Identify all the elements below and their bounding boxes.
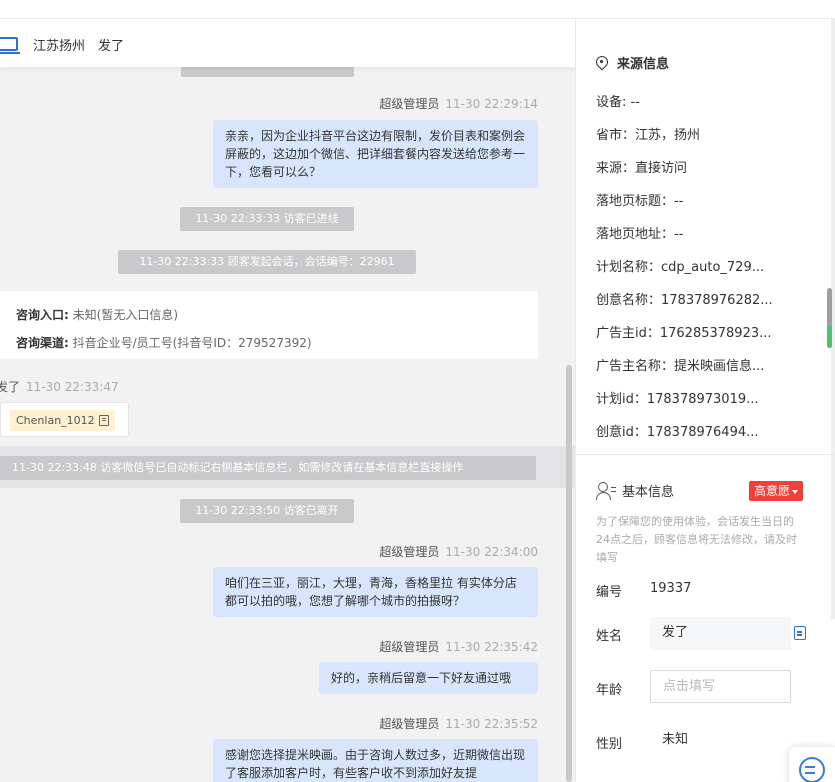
customer-info-panel: 来源信息 设备: -- 省市：江苏，扬州 来源：直接访问 落地页标题：-- 落地…: [575, 19, 835, 782]
source-row-plan-id: 计划id：178378973019...: [596, 392, 759, 407]
laptop-icon: [0, 37, 20, 54]
consult-entry-row: 咨询入口: 未知(暂无入口信息): [16, 301, 522, 329]
visitor-message-time: 11-30 22:33:47: [26, 380, 119, 394]
source-row-device: 设备: --: [596, 95, 640, 110]
basic-info-title: 基本信息: [596, 481, 674, 500]
source-row-plan-name: 计划名称：cdp_auto_729...: [596, 260, 765, 275]
name-label: 姓名: [596, 629, 623, 644]
message-time: 11-30 22:35:52: [445, 717, 538, 731]
consult-entry-value: 未知(暂无入口信息): [72, 308, 179, 322]
id-label: 编号: [596, 585, 623, 600]
section-divider: [576, 454, 835, 455]
consult-info-card: 咨询入口: 未知(暂无入口信息) 咨询渠道: 抖音企业号/员工号(抖音号ID：2…: [0, 291, 538, 359]
copy-icon[interactable]: [98, 415, 109, 426]
visitor-sender-name: 发了: [0, 380, 21, 394]
copy-name-icon[interactable]: [794, 626, 806, 640]
chat-header: 江苏扬州 发了: [0, 19, 575, 67]
visitor-name: 发了: [98, 39, 125, 54]
basic-info-title-text: 基本信息: [622, 485, 675, 500]
chat-scrollbar[interactable]: [566, 365, 572, 782]
source-row-advertiser-id: 广告主id：176285378923...: [596, 326, 772, 341]
system-message-wechat-notice: 11-30 22:33:48 访客微信号已自动标记右侧基本信息栏，如需修改请在基…: [0, 456, 536, 480]
edit-hint: 为了保障您的使用体验，会话发生当日的24点之后，顾客信息将无法修改，请及时填写: [596, 515, 797, 564]
gender-label: 性别: [596, 737, 623, 752]
visitor-message-bubble: Chenlan_1012: [0, 402, 129, 437]
source-row-landing-title: 落地页标题：--: [596, 194, 684, 209]
message-bubble[interactable]: 感谢您选择提米映画。由于咨询人数过多，近期微信出现了客服添加客户时，有些客户收不…: [213, 739, 538, 782]
intent-level-label: 高意愿: [754, 484, 791, 498]
consult-channel-label: 咨询渠道:: [16, 336, 69, 350]
message-time: 11-30 22:35:42: [445, 640, 538, 654]
user-info-icon: [596, 481, 616, 500]
system-message-session: 11-30 22:33:33 顾客发起会话，会话编号：22961: [118, 250, 416, 274]
panel-scroll-indicator: [827, 326, 832, 348]
source-row-landing-url: 落地页地址：--: [596, 227, 684, 242]
consult-entry-label: 咨询入口:: [16, 308, 69, 322]
id-value: 19337: [650, 581, 692, 596]
page: 江苏扬州 发了 超级管理员 11-30 22:29:14 亲亲，因为企业抖音平台这…: [0, 0, 835, 782]
message-meta: 超级管理员 11-30 22:29:14: [379, 95, 538, 112]
sender-name: 超级管理员: [379, 97, 440, 111]
consult-channel-value: 抖音企业号/员工号(抖音号ID：279527392): [72, 336, 312, 350]
source-row-advertiser-name: 广告主名称：提米映画信息...: [596, 359, 765, 374]
message-bubble[interactable]: 亲亲，因为企业抖音平台这边有限制，发价目表和案例会屏蔽的，这边加个微信、把详细套…: [213, 120, 538, 188]
sender-name: 超级管理员: [379, 640, 440, 654]
age-label: 年龄: [596, 683, 623, 698]
message-meta: 超级管理员 11-30 22:34:00: [379, 543, 538, 560]
message-meta: 超级管理员 11-30 22:35:52: [379, 715, 538, 732]
source-row-province: 省市：江苏，扬州: [596, 128, 701, 143]
intent-level-dropdown[interactable]: 高意愿: [749, 481, 804, 501]
system-message-left: 11-30 22:33:50 访客已离开: [180, 499, 354, 523]
message-meta: 超级管理员 11-30 22:35:42: [379, 638, 538, 655]
message-bubble[interactable]: 好的，亲稍后留意一下好友通过哦: [319, 662, 538, 694]
visitor-message-meta: 发了 11-30 22:33:47: [0, 378, 119, 395]
name-field[interactable]: 发了: [650, 617, 791, 650]
top-bar: [0, 0, 835, 19]
sender-name: 超级管理员: [379, 545, 440, 559]
sender-name: 超级管理员: [379, 717, 440, 731]
visitor-location: 江苏扬州: [33, 39, 86, 54]
system-message-online: 11-30 22:33:33 访客已进线: [180, 207, 354, 231]
message-bubble[interactable]: 咱们在三亚，丽江，大理，青海，香格里拉 有实体分店都可以拍的哦，您想了解哪个城市…: [213, 567, 538, 617]
source-info-title-text: 来源信息: [617, 57, 670, 72]
chat-panel: 江苏扬州 发了 超级管理员 11-30 22:29:14 亲亲，因为企业抖音平台这…: [0, 19, 575, 782]
location-pin-icon: [596, 56, 608, 70]
message-time: 11-30 22:29:14: [445, 97, 538, 111]
source-row-source: 来源：直接访问: [596, 161, 688, 176]
message-time: 11-30 22:34:00: [445, 545, 538, 559]
source-info-title: 来源信息: [596, 53, 669, 72]
consult-channel-row: 咨询渠道: 抖音企业号/员工号(抖音号ID：279527392): [16, 329, 522, 357]
wechat-id-text: Chenlan_1012: [16, 414, 95, 427]
wechat-id-tag[interactable]: Chenlan_1012: [10, 410, 115, 431]
source-row-creative-name: 创意名称：178378976282...: [596, 293, 773, 308]
gender-field[interactable]: 未知: [650, 724, 791, 757]
caret-down-icon: [792, 489, 799, 494]
assistant-float-button[interactable]: [789, 747, 835, 782]
age-field[interactable]: 点击填写: [650, 670, 791, 703]
source-row-creative-id: 创意id：178378976494...: [596, 425, 759, 440]
